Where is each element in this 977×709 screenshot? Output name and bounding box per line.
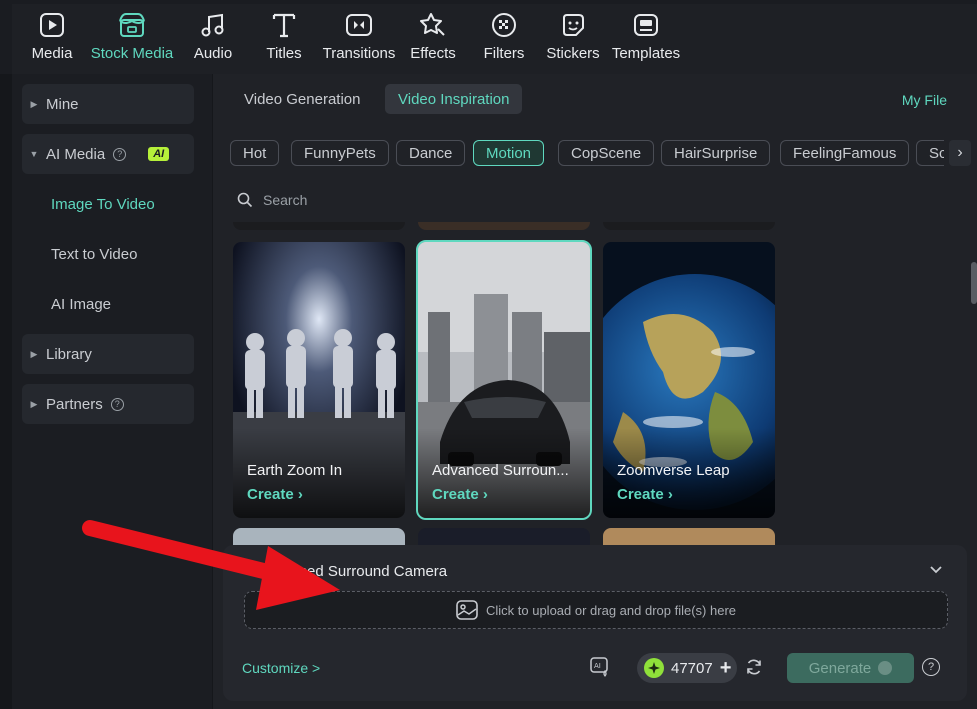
credit-dot-icon [878, 661, 893, 675]
chip-dance[interactable]: Dance [396, 140, 466, 166]
chip-more[interactable]: Sc [916, 140, 944, 166]
chip-motion[interactable]: Motion [473, 140, 545, 166]
toolbar-effects[interactable]: Effects [410, 0, 456, 70]
customize-link[interactable]: Customize > [242, 660, 320, 676]
toolbar-label: Filters [483, 45, 525, 62]
effects-icon [418, 10, 448, 40]
credit-gem-icon [644, 658, 664, 678]
card-partial[interactable] [233, 222, 405, 230]
toolbar-label: Stickers [546, 45, 600, 62]
my-file-link[interactable]: My File [902, 92, 947, 108]
caret-right-icon: ▶ [30, 98, 38, 109]
template-card-selected[interactable]: Advanced Surroun... Create › [416, 240, 592, 520]
image-upload-icon [456, 600, 478, 620]
ai-prompt-icon[interactable]: AI [590, 657, 610, 677]
generation-panel: Advanced Surround Camera Click to upload… [223, 545, 967, 701]
chip-feelingfamous[interactable]: FeelingFamous [780, 140, 910, 166]
refresh-icon[interactable] [745, 658, 763, 676]
sidebar-item-library[interactable]: ▶ Library [22, 334, 194, 374]
toolbar-label: Media [31, 45, 73, 62]
templates-icon [631, 10, 661, 40]
create-label: Create [247, 486, 294, 503]
generate-label: Generate [808, 659, 872, 677]
sidebar: ▶ Mine ▼ AI Media ? AI Image To Video Te… [12, 74, 212, 709]
help-icon[interactable]: ? [922, 658, 940, 676]
toolbar-label: Effects [410, 45, 456, 62]
top-toolbar: Media Stock Media Audio Titles Transitio… [0, 0, 977, 74]
chevron-right-icon[interactable]: › [949, 140, 971, 166]
create-link[interactable]: Create › [617, 486, 673, 503]
toolbar-label: Audio [193, 45, 233, 62]
toolbar-media[interactable]: Media [30, 0, 74, 70]
sidebar-item-label: Library [46, 345, 92, 363]
svg-text:AI: AI [594, 662, 601, 670]
caret-down-icon: ▼ [29, 149, 39, 159]
toolbar-filters[interactable]: Filters [482, 0, 526, 70]
card-partial[interactable] [418, 222, 590, 230]
caret-right-icon: ▶ [30, 348, 38, 359]
search-icon [237, 192, 253, 208]
add-credits-icon[interactable]: + [720, 657, 732, 680]
transitions-icon [344, 10, 374, 40]
sidebar-item-image-to-video[interactable]: Image To Video [51, 196, 155, 213]
chip-funnypets[interactable]: FunnyPets [291, 140, 389, 166]
sidebar-item-label: Mine [46, 95, 79, 113]
template-card[interactable]: Earth Zoom In Create › [233, 242, 405, 518]
caret-right-icon: ▶ [30, 398, 38, 409]
sidebar-item-partners[interactable]: ▶ Partners ? [22, 384, 194, 424]
sidebar-item-mine[interactable]: ▶ Mine [22, 84, 194, 124]
create-label: Create [617, 486, 664, 503]
upload-dropzone[interactable]: Click to upload or drag and drop file(s)… [244, 591, 948, 629]
create-link[interactable]: Create › [432, 486, 488, 503]
toolbar-transitions[interactable]: Transitions [321, 0, 397, 70]
toolbar-label: Templates [611, 45, 681, 62]
chip-hairsurprise[interactable]: HairSurprise [661, 140, 771, 166]
music-note-icon [198, 10, 228, 40]
create-label: Create [432, 486, 479, 503]
generate-button[interactable]: Generate [787, 653, 914, 683]
toolbar-label: Stock Media [90, 45, 174, 62]
sidebar-item-ai-image[interactable]: AI Image [51, 296, 111, 313]
toolbar-label: Transitions [322, 45, 396, 62]
media-icon [37, 10, 67, 40]
chip-copscene[interactable]: CopScene [558, 140, 655, 166]
toolbar-stock-media[interactable]: Stock Media [90, 0, 174, 70]
template-card[interactable]: Zoomverse Leap Create › [603, 242, 775, 518]
panel-title-text: ced Surround Camera [299, 563, 448, 580]
toolbar-label: Titles [266, 45, 302, 62]
sidebar-item-ai-media[interactable]: ▼ AI Media ? AI [22, 134, 194, 174]
toolbar-stickers[interactable]: Stickers [546, 0, 600, 70]
filters-icon [489, 10, 519, 40]
tab-video-generation[interactable]: Video Generation [231, 84, 373, 114]
upload-text: Click to upload or drag and drop file(s)… [485, 602, 737, 618]
toolbar-titles[interactable]: Titles [262, 0, 306, 70]
card-title: Advanced Surroun... [432, 462, 569, 479]
toolbar-audio[interactable]: Audio [190, 0, 236, 70]
scrollbar-thumb[interactable] [971, 262, 977, 304]
card-title: Earth Zoom In [247, 462, 343, 479]
toolbar-templates[interactable]: Templates [611, 0, 681, 70]
stock-media-icon [117, 10, 147, 40]
sidebar-item-label: Partners [46, 395, 103, 413]
credits-count: 47707 [671, 659, 713, 677]
search-placeholder: Search [263, 192, 308, 208]
help-icon[interactable]: ? [110, 397, 124, 411]
sidebar-item-label: AI Media [46, 145, 106, 163]
card-title: Zoomverse Leap [617, 462, 730, 479]
sidebar-item-text-to-video[interactable]: Text to Video [51, 246, 137, 263]
stickers-icon [558, 10, 588, 40]
search-field[interactable]: Search [237, 190, 307, 210]
category-chips: Hot FunnyPets Dance Motion CopScene Hair… [230, 140, 944, 166]
ai-badge: AI [148, 147, 170, 161]
panel-title: Advanced Surround Camera [257, 563, 448, 580]
card-partial[interactable] [603, 222, 775, 230]
chip-hot[interactable]: Hot [230, 140, 280, 166]
tab-video-inspiration[interactable]: Video Inspiration [385, 84, 523, 114]
help-icon[interactable]: ? [113, 147, 127, 161]
create-link[interactable]: Create › [247, 486, 303, 503]
credits-balance[interactable]: 47707 + [637, 653, 737, 683]
chevron-down-icon[interactable] [929, 563, 943, 577]
text-t-icon [269, 10, 299, 40]
